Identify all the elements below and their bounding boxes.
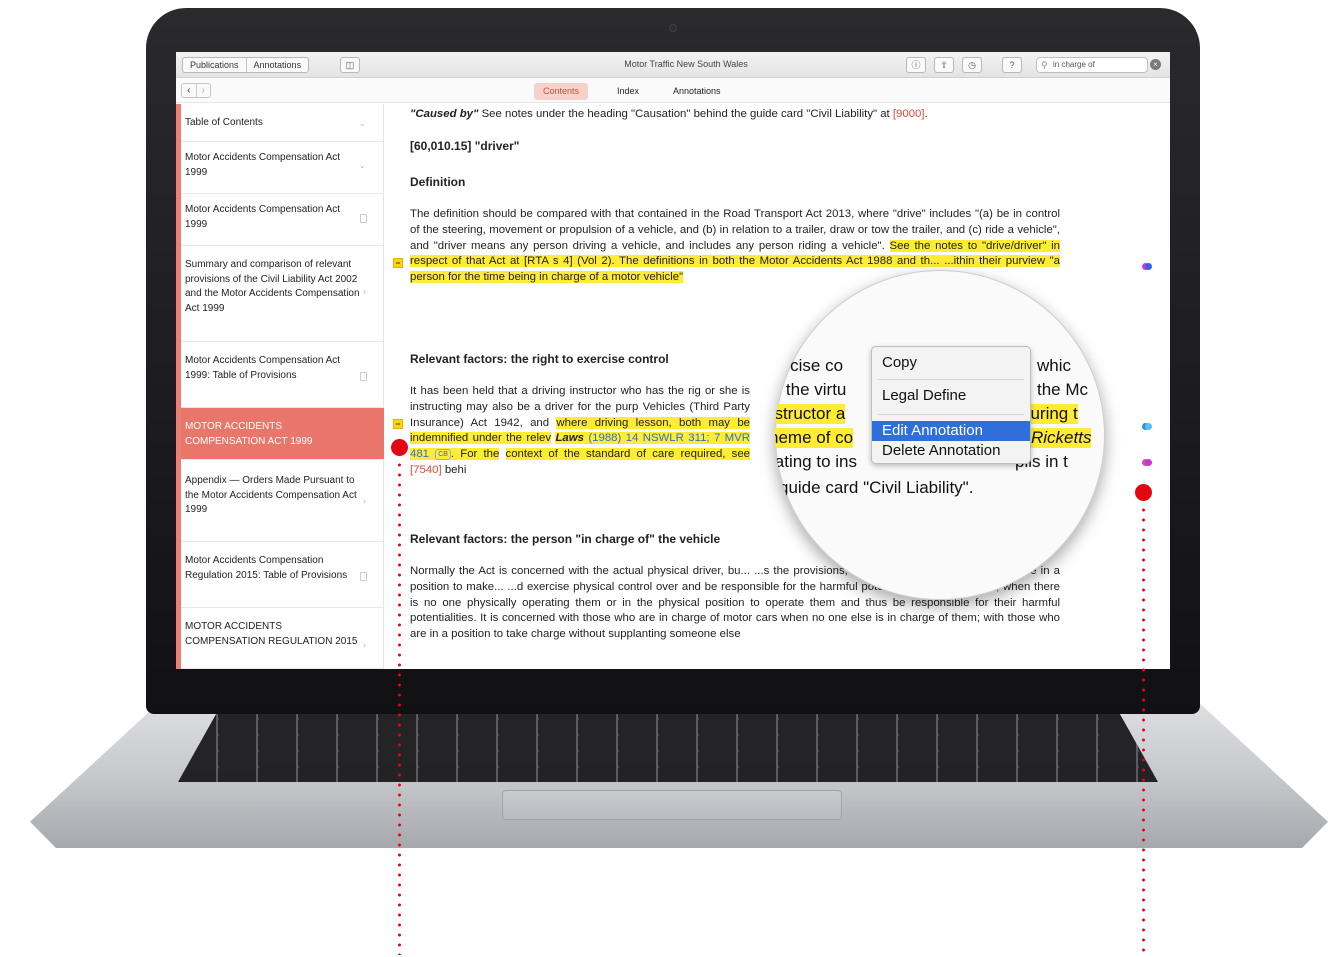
magnified-text: ercise co [775, 356, 844, 375]
menu-separator [878, 414, 1024, 415]
casebase-badge[interactable]: CB [435, 448, 451, 460]
callout-dot-left [391, 439, 408, 456]
sidebar-item-label: Motor Accidents Compensation Regulation … [185, 555, 348, 581]
help-icon[interactable]: ? [1002, 57, 1022, 73]
annotation-color-dots[interactable] [1142, 459, 1152, 467]
annotation-note-icon[interactable] [393, 419, 403, 429]
sidebar-item-label: MOTOR ACCIDENTS COMPENSATION ACT 1999 [185, 421, 313, 447]
share-icon[interactable]: ⇧ [934, 57, 954, 73]
magnified-text: Ricketts [1031, 428, 1092, 448]
sidebar-toggle-icon[interactable]: ◫ [340, 57, 360, 73]
chevron-down-icon: ⌄ [358, 118, 366, 128]
section-reference: [60,010.15] "driver" [410, 139, 520, 153]
menu-item-copy[interactable]: Copy [872, 353, 1030, 373]
document-icon [360, 372, 367, 381]
sidebar-item-regulation-uppercase[interactable]: MOTOR ACCIDENTS COMPENSATION REGULATION … [181, 608, 384, 669]
publications-button[interactable]: Publications [183, 58, 247, 72]
cross-reference-link[interactable]: [7540] [410, 464, 442, 476]
document-icon [360, 572, 367, 581]
magnified-text: the Mc [1037, 380, 1089, 399]
back-arrow-icon[interactable]: ‹ [182, 84, 196, 97]
sidebar-item-label: Motor Accidents Compensation Act 1999 [185, 152, 341, 178]
tab-bar: ‹ › Contents Index Annotations [176, 79, 1170, 103]
callout-line-right [1142, 505, 1145, 955]
chevron-right-icon: › [363, 286, 366, 296]
definition-heading: Definition [410, 175, 466, 189]
tab-index[interactable]: Index [608, 83, 648, 100]
history-icon[interactable]: ◷ [962, 57, 982, 73]
annotation-note-icon[interactable] [393, 258, 403, 268]
history-navigation: ‹ › [181, 83, 211, 98]
menu-separator [878, 379, 1024, 380]
magnified-text: whic [1037, 356, 1072, 375]
sidebar-item-toc[interactable]: Table of Contents ⌄ [181, 104, 384, 142]
sidebar-item-label: MOTOR ACCIDENTS COMPENSATION REGULATION … [185, 621, 358, 647]
annotation-color-dots[interactable] [1142, 423, 1152, 431]
view-switcher: Publications Annotations [182, 57, 310, 73]
magnifier-lens: ercise co whic of the virtu the Mc nstru… [775, 270, 1105, 600]
sidebar-item-maca-1[interactable]: Motor Accidents Compensation Act 1999 ⌄ [181, 142, 384, 194]
magnified-text: of the virtu [775, 380, 847, 399]
window-toolbar: Publications Annotations ◫ Motor Traffic… [176, 52, 1170, 78]
menu-item-edit-annotation[interactable]: Edit Annotation [872, 421, 1030, 441]
heading-in-charge: Relevant factors: the person "in charge … [410, 532, 721, 546]
search-value: in charge of [1053, 60, 1095, 69]
window-title: Motor Traffic New South Wales [624, 59, 748, 69]
clear-search-icon[interactable]: × [1150, 59, 1161, 70]
forward-arrow-icon[interactable]: › [195, 84, 211, 97]
search-icon: ⚲ [1041, 60, 1048, 70]
heading-control: Relevant factors: the right to exercise … [410, 352, 669, 366]
magnified-text: lating to ins [775, 452, 857, 471]
toc-sidebar: Table of Contents ⌄ Motor Accidents Comp… [176, 104, 384, 669]
document-icon [360, 214, 367, 223]
sidebar-item-summary[interactable]: Summary and comparison of relevant provi… [181, 246, 384, 342]
camera-icon [669, 24, 677, 32]
cross-reference-link[interactable]: [9000] [893, 108, 925, 120]
context-menu: Copy Legal Define Edit Annotation Delete… [871, 346, 1031, 464]
menu-item-delete-annotation[interactable]: Delete Annotation [872, 441, 1030, 461]
annotation-color-dots[interactable] [1142, 263, 1152, 271]
chevron-right-icon: › [363, 496, 366, 506]
callout-line-left [398, 460, 401, 955]
sidebar-item-appendix[interactable]: Appendix — Orders Made Pursuant to the M… [181, 460, 384, 542]
chevron-right-icon: › [363, 640, 366, 650]
sidebar-item-label: Summary and comparison of relevant provi… [185, 259, 360, 314]
sidebar-item-provisions[interactable]: Motor Accidents Compensation Act 1999: T… [181, 342, 384, 408]
sidebar-item-regulation[interactable]: Motor Accidents Compensation Regulation … [181, 542, 384, 608]
magnified-text: heme of co [775, 428, 854, 448]
sidebar-item-label: Appendix — Orders Made Pursuant to the M… [185, 475, 357, 515]
menu-item-legal-define[interactable]: Legal Define [872, 386, 1030, 406]
sidebar-item-maca-uppercase[interactable]: MOTOR ACCIDENTS COMPENSATION ACT 1999 [181, 408, 384, 460]
tab-annotations[interactable]: Annotations [664, 83, 730, 100]
sidebar-item-label: Motor Accidents Compensation Act 1999 [185, 204, 341, 230]
annotations-button[interactable]: Annotations [247, 58, 309, 72]
sidebar-item-label: Table of Contents [185, 117, 263, 128]
laptop-trackpad [502, 790, 842, 820]
magnified-text: guide card "Civil Liability". [779, 478, 974, 497]
chevron-down-icon: ⌄ [358, 160, 366, 170]
info-icon[interactable]: ⓘ [906, 57, 926, 73]
control-paragraph: It has been held that a driving instruct… [410, 385, 750, 476]
sidebar-item-label: Motor Accidents Compensation Act 1999: T… [185, 355, 341, 381]
caused-by-paragraph: "Caused by" See notes under the heading … [410, 108, 928, 120]
sidebar-item-maca-2[interactable]: Motor Accidents Compensation Act 1999 [181, 194, 384, 246]
magnified-text: nstructor a [775, 404, 846, 424]
callout-dot-right [1135, 484, 1152, 501]
tab-contents[interactable]: Contents [534, 83, 589, 100]
laptop-keyboard [178, 712, 1158, 782]
search-input[interactable]: ⚲ in charge of [1036, 57, 1148, 73]
